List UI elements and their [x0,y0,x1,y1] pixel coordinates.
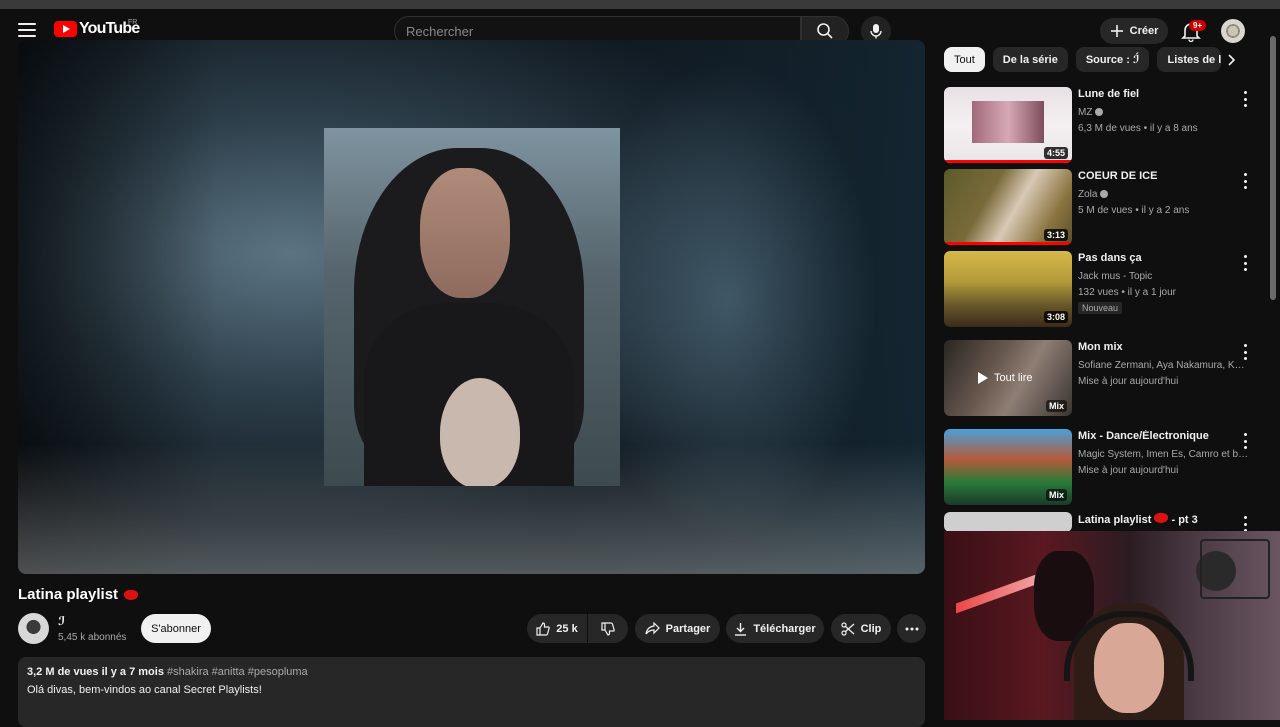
recommendation-item[interactable]: Latina playlist - pt 3 [944,512,1264,532]
description-meta: 3,2 M de vues il y a 7 mois #shakira #an… [27,666,916,678]
recommendation-channel: Jack mus - Topic [1078,271,1153,282]
scissors-icon [841,621,855,636]
recommendation-channel: Sofiane Zermani, Aya Nakamura, KeBlac... [1078,360,1250,371]
mix-label: Mix [1045,489,1067,501]
hashtags[interactable]: #shakira #anitta #pesopluma [167,666,308,678]
download-button[interactable]: Télécharger [726,614,824,643]
recommendation-channel: MZ [1078,107,1250,118]
browser-top-strip [0,0,1280,9]
like-count: 25 k [556,622,578,635]
video-thumbnail[interactable]: 3:13 [944,169,1072,245]
share-arrow-icon [645,622,660,635]
recommendation-meta: 5 M de vues • il y a 2 ans [1078,205,1190,216]
video-thumbnail[interactable]: 3:08 [944,251,1072,327]
recommendation-title: Mon mix [1078,341,1123,353]
menu-icon[interactable] [18,23,36,37]
thumbs-down-icon [601,621,615,636]
chevron-right-icon[interactable] [1222,50,1242,70]
notifications-badge: 9+ [1189,20,1207,31]
more-options-icon[interactable] [1240,433,1250,449]
plus-icon [1110,25,1123,37]
page-scrollbar[interactable] [1270,36,1276,300]
thumbs-up-icon [536,621,551,636]
download-label: Télécharger [753,622,816,635]
recommendation-channel: Magic System, Imen Es, Camro et bien pl.… [1078,449,1250,460]
chip-all[interactable]: Tout [944,47,985,72]
recommendation-channel: Zola [1078,189,1250,200]
subscriber-count: 5,45 k abonnés [58,632,127,643]
create-label: Créer [1129,25,1159,37]
recommendation-item[interactable]: Mix Mix - Dance/Électronique Magic Syste… [944,429,1264,507]
recommendation-meta: 6,3 M de vues • il y a 8 ans [1078,123,1198,134]
video-frame [324,128,620,486]
clip-button[interactable]: Clip [831,614,891,643]
recommendation-meta: Mise à jour aujourd'hui [1078,376,1179,387]
video-duration: 4:55 [1043,147,1068,159]
microphone-icon [870,24,882,39]
account-avatar[interactable] [1221,19,1245,43]
search-placeholder: Rechercher [406,23,474,39]
share-label: Partager [665,622,711,635]
chip-source[interactable]: Source : ℐ́ [1075,47,1150,72]
play-all-overlay[interactable]: Tout lire [978,372,1033,384]
recommendation-item[interactable]: 3:13 COEUR DE ICE Zola 5 M de vues • il … [944,169,1264,247]
video-thumbnail[interactable]: 4:55 [944,87,1072,163]
new-badge: Nouveau [1078,302,1123,314]
verified-badge-icon [1100,190,1109,199]
views-date: 3,2 M de vues il y a 7 mois [27,666,164,678]
download-icon [735,622,747,636]
recommendation-title: Latina playlist - pt 3 [1078,513,1198,526]
chip-playlists[interactable]: Listes de le [1157,47,1222,72]
recommendation-item[interactable]: Tout lire Mix Mon mix Sofiane Zermani, A… [944,340,1264,418]
watched-progress-bar [944,242,1072,245]
mix-thumbnail[interactable]: Mix [944,429,1072,505]
lips-emoji-icon [1154,513,1169,523]
mix-label: Mix [1045,400,1067,412]
recommendation-item[interactable]: 4:55 Lune de fiel MZ 6,3 M de vues • il … [944,87,1264,165]
chip-series[interactable]: De la série [992,47,1068,72]
play-icon [978,372,988,384]
webcam-overlay [944,531,1280,720]
description-box[interactable]: 3,2 M de vues il y a 7 mois #shakira #an… [18,657,925,727]
youtube-play-icon [54,21,77,37]
video-duration: 3:08 [1043,311,1068,323]
channel-avatar[interactable] [18,613,49,644]
description-text: Olá divas, bem-vindos ao canal Secret Pl… [27,684,262,696]
lips-emoji-icon [124,589,139,600]
more-options-icon[interactable] [1240,516,1250,532]
recommendation-title: Pas dans ça [1078,252,1142,264]
youtube-logo[interactable]: YouTube [54,20,140,38]
create-button[interactable]: Créer [1100,18,1168,44]
recommendation-title: Mix - Dance/Électronique [1078,430,1209,442]
video-duration: 3:13 [1043,229,1068,241]
like-button[interactable]: 25 k [527,614,587,643]
verified-badge-icon [1095,108,1104,117]
watched-progress-bar [944,160,1072,163]
more-options-icon[interactable] [1240,91,1250,107]
play-all-label: Tout lire [994,372,1033,384]
video-thumbnail[interactable] [944,512,1072,532]
subscribe-button[interactable]: S'abonner [141,614,211,643]
recommendation-item[interactable]: 3:08 Pas dans ça Jack mus - Topic 132 vu… [944,251,1264,329]
dislike-button[interactable] [588,614,628,643]
share-button[interactable]: Partager [635,614,720,643]
channel-name[interactable]: ℐ [58,614,65,628]
recommendation-meta: 132 vues • il y a 1 jour [1078,287,1176,298]
recommendation-meta: Mise à jour aujourd'hui [1078,465,1179,476]
country-code: FR [128,19,138,26]
more-actions-button[interactable] [897,614,926,643]
video-title-text: Latina playlist [18,586,119,603]
more-options-icon[interactable] [1240,344,1250,360]
more-options-icon[interactable] [1240,173,1250,189]
recommendation-title: Lune de fiel [1078,88,1140,100]
mix-thumbnail[interactable]: Tout lire Mix [944,340,1072,416]
more-options-icon[interactable] [1240,255,1250,271]
clip-label: Clip [860,622,882,635]
more-horizontal-icon [905,627,918,630]
filter-chips: Tout De la série Source : ℐ́ Listes de l… [944,47,1222,72]
search-icon [817,23,833,39]
video-title: Latina playlist [18,586,139,603]
recommendation-title: COEUR DE ICE [1078,170,1158,182]
video-player[interactable] [18,40,925,574]
